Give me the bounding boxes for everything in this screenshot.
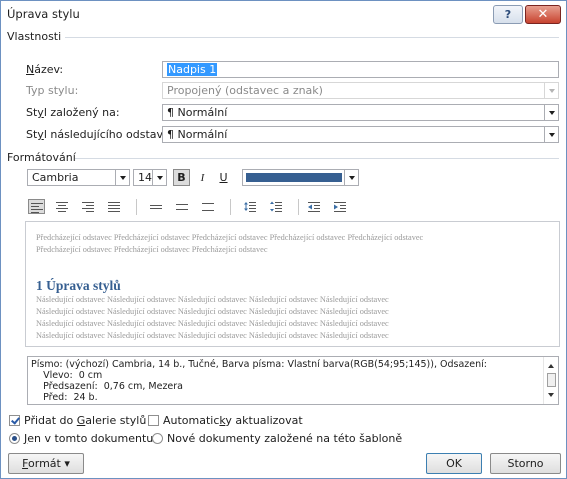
increase-indent-icon[interactable] [332,199,349,214]
chevron-down-icon [152,170,166,185]
font-size-value: 14 [138,171,152,184]
only-this-document-radio[interactable] [9,433,20,444]
chevron-down-icon [544,83,558,98]
font-value: Cambria [32,171,79,184]
based-on-value: ¶ Normální [167,106,228,119]
preview-previous-line: Předcházející odstavec Předcházející ods… [36,233,424,242]
double-spacing-icon[interactable] [200,199,217,214]
help-button[interactable]: ? [493,5,523,24]
align-left-icon[interactable] [28,199,45,214]
scroll-thumb[interactable] [547,373,556,387]
name-field[interactable]: Nadpis 1 [162,61,559,78]
formatting-divider [75,158,559,159]
preview-next-line: Následující odstavec Následující odstave… [36,331,389,340]
next-style-dropdown[interactable]: ¶ Normální [162,126,559,143]
style-type-value: Propojený (odstavec a znak) [167,84,323,97]
next-style-value: ¶ Normální [167,128,228,141]
help-icon: ? [504,8,512,21]
new-documents-radio[interactable] [152,433,163,444]
auto-update-checkbox[interactable] [148,415,159,426]
preview-previous-line: Předcházející odstavec Předcházející ods… [36,245,268,254]
font-color-dropdown[interactable] [242,169,359,186]
next-style-label: Styl následujícího odstavce: [26,128,180,141]
chevron-down-icon [115,170,129,185]
preview-next-line: Následující odstavec Následující odstave… [36,319,389,328]
description-line: Písmo: (výchozí) Cambria, 14 b., Tučné, … [31,359,487,370]
properties-divider [65,37,559,38]
style-type-label: Typ stylu: [26,84,79,97]
preview-next-line: Následující odstavec Následující odstave… [36,295,389,304]
format-button[interactable]: Formát ▾ [8,453,84,474]
cancel-button-label: Storno [507,457,544,470]
style-type-dropdown[interactable]: Propojený (odstavec a znak) [162,82,559,99]
decrease-indent-icon[interactable] [306,199,323,214]
formatting-heading: Formátování [7,151,76,164]
modify-style-dialog: Úprava stylu ? ✕ Vlastnosti Název: Nadpi… [0,0,567,479]
align-center-icon[interactable] [54,199,71,214]
toolbar-separator [136,199,137,215]
chevron-down-icon [544,105,558,120]
scroll-up-icon[interactable] [548,364,554,368]
preview-next-line: Následující odstavec Následující odstave… [36,307,389,316]
font-dropdown[interactable]: Cambria [27,169,130,186]
chevron-down-icon [344,170,358,185]
description-scrollbar[interactable] [543,357,558,404]
dialog-title: Úprava stylu [7,7,80,21]
font-color-swatch [246,173,342,182]
chevron-down-icon [544,127,558,142]
title-bar: Úprava stylu ? ✕ [1,1,566,27]
scroll-down-icon[interactable] [548,393,554,397]
cancel-button[interactable]: Storno [490,453,561,474]
toolbar-separator [298,199,299,215]
align-justify-icon[interactable] [106,199,123,214]
format-button-label: Formát ▾ [22,457,70,470]
close-icon: ✕ [537,7,549,22]
preview-heading: 1 Úprava stylů [36,278,121,293]
single-spacing-icon[interactable] [148,199,165,214]
description-line: Předsazení: 0,76 cm, Mezera [31,381,184,392]
auto-update-label: Automaticky aktualizovat [163,414,303,427]
description-line: Před: 24 b. [31,392,98,403]
italic-button[interactable]: I [194,169,211,186]
add-to-gallery-checkbox[interactable] [9,415,20,426]
bold-button[interactable]: B [173,169,190,186]
based-on-label: Styl založený na: [26,106,120,119]
underline-button[interactable]: U [215,169,232,186]
space-before-icon[interactable] [242,199,259,214]
name-value: Nadpis 1 [167,63,218,76]
align-right-icon[interactable] [80,199,97,214]
ok-button-label: OK [446,457,462,470]
close-button[interactable]: ✕ [525,5,561,24]
based-on-dropdown[interactable]: ¶ Normální [162,104,559,121]
one-half-spacing-icon[interactable] [174,199,191,214]
space-after-icon[interactable] [268,199,285,214]
font-size-dropdown[interactable]: 14 [133,169,167,186]
add-to-gallery-label: Přidat do Galerie stylů [24,414,147,427]
only-this-document-label: Jen v tomto dokumentu [24,432,154,445]
ok-button[interactable]: OK [426,453,482,474]
style-description: Písmo: (výchozí) Cambria, 14 b., Tučné, … [27,356,559,405]
style-preview: Předcházející odstavec Předcházející ods… [25,221,560,347]
name-label: Název: [26,63,64,76]
new-documents-label: Nové dokumenty založené na této šabloně [167,432,403,445]
description-line: Vlevo: 0 cm [31,370,103,381]
toolbar-separator [230,199,231,215]
properties-heading: Vlastnosti [7,30,62,43]
